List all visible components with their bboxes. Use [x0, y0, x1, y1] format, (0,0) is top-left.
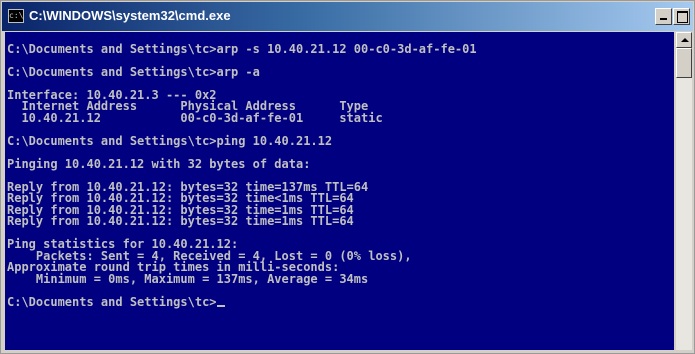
console-line: C:\Documents and Settings\tc>ping 10.40.… — [5, 133, 674, 148]
minimize-button[interactable] — [655, 8, 672, 25]
scroll-up-button[interactable] — [676, 32, 692, 48]
console-line-text: 10.40.21.12 00-c0-3d-af-fe-01 static — [7, 110, 383, 125]
console-line: Pinging 10.40.21.12 with 32 bytes of dat… — [5, 156, 674, 171]
vertical-scrollbar[interactable] — [676, 32, 692, 350]
console-line: C:\Documents and Settings\tc>arp -s 10.4… — [5, 41, 674, 56]
console-line-text: C:\Documents and Settings\tc>ping 10.40.… — [7, 133, 333, 148]
text-cursor — [216, 304, 225, 307]
console-line-text: C:\Documents and Settings\tc> — [7, 294, 217, 309]
console-line-text: C:\Documents and Settings\tc>arp -a — [7, 64, 260, 79]
console-line: Minimum = 0ms, Maximum = 137ms, Average … — [5, 271, 674, 286]
window-title: C:\WINDOWS\system32\cmd.exe — [29, 8, 231, 23]
scrollbar-thumb[interactable] — [676, 48, 692, 78]
cmd-console-icon[interactable]: c:\ — [8, 9, 24, 23]
cmd-window: c:\ C:\WINDOWS\system32\cmd.exe C:\Docum… — [0, 0, 695, 354]
console-output[interactable]: C:\Documents and Settings\tc>arp -s 10.4… — [5, 32, 674, 350]
console-line-text: Reply from 10.40.21.12: bytes=32 time=1m… — [7, 214, 354, 228]
console-line: 10.40.21.12 00-c0-3d-af-fe-01 static — [5, 110, 674, 125]
console-line-text: Minimum = 0ms, Maximum = 137ms, Average … — [7, 271, 369, 286]
arrow-up-icon — [681, 38, 689, 42]
maximize-button[interactable] — [673, 8, 690, 25]
console-line-text: Pinging 10.40.21.12 with 32 bytes of dat… — [7, 156, 311, 171]
console-line: C:\Documents and Settings\tc>arp -a — [5, 64, 674, 79]
console-line-text: C:\Documents and Settings\tc>arp -s 10.4… — [7, 41, 477, 56]
console-line: C:\Documents and Settings\tc> — [5, 294, 674, 309]
minimize-icon — [660, 18, 667, 20]
maximize-icon — [677, 11, 688, 23]
title-bar[interactable]: c:\ C:\WINDOWS\system32\cmd.exe — [2, 2, 693, 31]
console-line: Reply from 10.40.21.12: bytes=32 time=1m… — [5, 214, 674, 228]
